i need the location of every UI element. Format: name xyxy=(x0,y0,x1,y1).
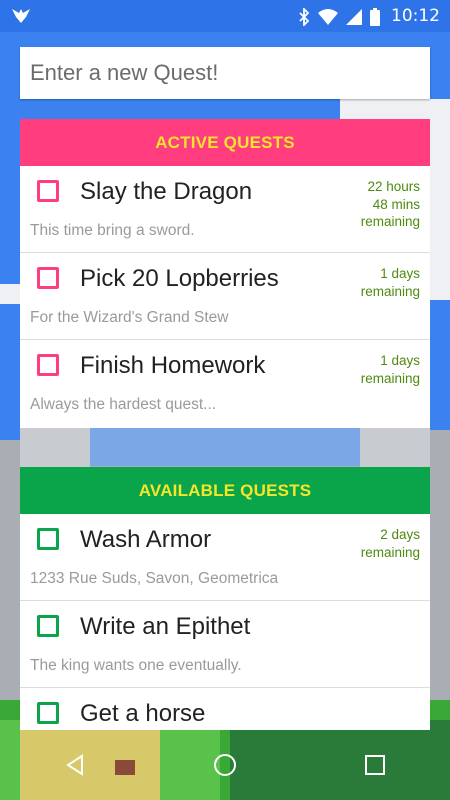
quest-description: This time bring a sword. xyxy=(30,222,195,239)
quest-item[interactable]: Wash Armor 2 days remaining 1233 Rue Sud… xyxy=(20,514,430,601)
back-button[interactable] xyxy=(45,735,105,795)
status-bar: 10:12 xyxy=(0,0,450,32)
quest-time-remaining: 2 days remaining xyxy=(361,526,420,561)
available-quests-panel: AVAILABLE QUESTS Wash Armor 2 days remai… xyxy=(20,467,430,730)
time-line: remaining xyxy=(360,283,420,299)
quest-item[interactable]: Finish Homework 1 days remaining Always … xyxy=(20,340,430,427)
quest-item[interactable]: Get a horse xyxy=(20,688,430,730)
clock-time: 10:12 xyxy=(391,6,440,26)
time-line: 22 hours xyxy=(367,179,420,194)
active-quests-panel: ACTIVE QUESTS Slay the Dragon 22 hours 4… xyxy=(20,119,430,428)
time-line: remaining xyxy=(360,214,420,229)
quest-checkbox[interactable] xyxy=(37,615,59,637)
recents-button[interactable] xyxy=(345,735,405,795)
quest-time-remaining: 1 days remaining xyxy=(361,352,420,387)
quest-title: Slay the Dragon xyxy=(80,178,253,205)
time-line: remaining xyxy=(360,544,420,560)
quest-checkbox[interactable] xyxy=(37,267,59,289)
quest-item[interactable]: Slay the Dragon 22 hours 48 mins remaini… xyxy=(20,166,430,253)
time-line: 2 days xyxy=(380,527,420,542)
new-quest-input[interactable] xyxy=(20,47,430,99)
quest-title: Pick 20 Lopberries xyxy=(80,265,279,292)
quest-checkbox[interactable] xyxy=(37,702,59,724)
app-bird-icon xyxy=(10,7,32,30)
quest-title: Write an Epithet xyxy=(80,613,251,640)
quest-description: For the Wizard's Grand Stew xyxy=(30,309,229,326)
quest-description: The king wants one eventually. xyxy=(30,657,242,674)
back-icon xyxy=(66,754,83,776)
home-button[interactable] xyxy=(195,735,255,795)
quest-title: Wash Armor xyxy=(80,526,212,553)
quest-item[interactable]: Write an Epithet The king wants one even… xyxy=(20,601,430,688)
time-line: 1 days xyxy=(380,353,420,368)
recents-icon xyxy=(365,755,385,775)
time-line: remaining xyxy=(360,370,420,386)
navigation-bar xyxy=(0,730,450,800)
quest-description: 1233 Rue Suds, Savon, Geometrica xyxy=(30,570,279,587)
quest-item[interactable]: Pick 20 Lopberries 1 days remaining For … xyxy=(20,253,430,340)
wifi-icon xyxy=(318,9,338,30)
quest-time-remaining: 1 days remaining xyxy=(361,265,420,300)
quest-title: Get a horse xyxy=(80,700,206,727)
battery-icon xyxy=(370,8,380,31)
bluetooth-icon xyxy=(298,6,310,31)
time-line: 1 days xyxy=(380,266,420,281)
available-quests-header: AVAILABLE QUESTS xyxy=(20,467,430,514)
quest-time-remaining: 22 hours 48 mins remaining xyxy=(361,178,420,231)
signal-icon xyxy=(346,9,362,30)
home-icon xyxy=(214,754,236,776)
active-quests-header: ACTIVE QUESTS xyxy=(20,119,430,166)
quest-checkbox[interactable] xyxy=(37,180,59,202)
time-line: 48 mins xyxy=(372,196,420,212)
quest-checkbox[interactable] xyxy=(37,354,59,376)
quest-checkbox[interactable] xyxy=(37,528,59,550)
quest-description: Always the hardest quest... xyxy=(30,396,217,413)
quest-title: Finish Homework xyxy=(80,352,266,379)
